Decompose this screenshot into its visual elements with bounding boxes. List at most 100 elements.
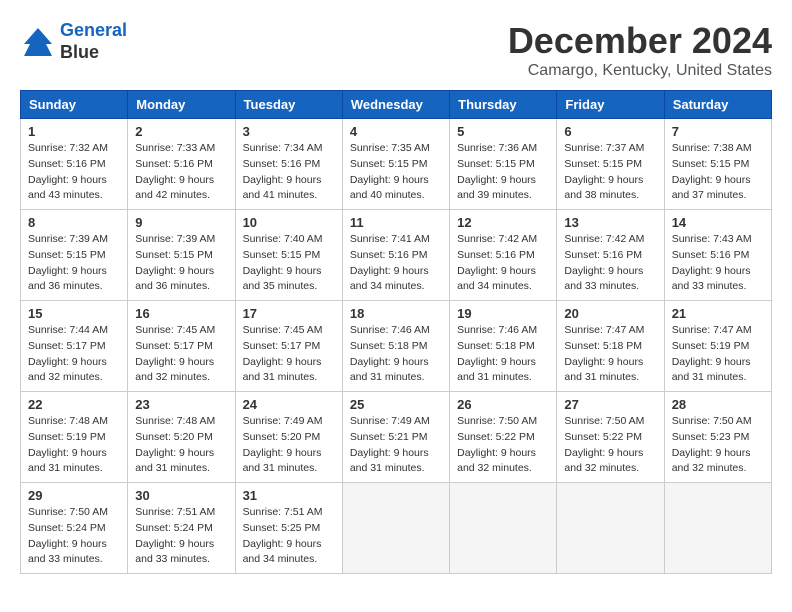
calendar-body: 1 Sunrise: 7:32 AMSunset: 5:16 PMDaylight…: [21, 119, 772, 574]
day-info: Sunrise: 7:41 AMSunset: 5:16 PMDaylight:…: [350, 232, 442, 295]
day-cell-5: 5Sunrise: 7:36 AMSunset: 5:15 PMDaylight…: [450, 119, 557, 210]
day-number: 23: [135, 397, 227, 412]
day-info: Sunrise: 7:49 AMSunset: 5:20 PMDaylight:…: [243, 414, 335, 477]
week-row-4: 22Sunrise: 7:48 AMSunset: 5:19 PMDayligh…: [21, 392, 772, 483]
day-cell-2: 2Sunrise: 7:33 AMSunset: 5:16 PMDaylight…: [128, 119, 235, 210]
day-number: 15: [28, 306, 120, 321]
day-info: Sunrise: 7:45 AMSunset: 5:17 PMDaylight:…: [243, 323, 335, 386]
day-info: Sunrise: 7:42 AMSunset: 5:16 PMDaylight:…: [564, 232, 656, 295]
weekday-header-saturday: Saturday: [664, 91, 771, 119]
day-number: 12: [457, 215, 549, 230]
day-cell-26: 26 Sunrise: 7:50 AMSunset: 5:22 PMDayligh…: [450, 392, 557, 483]
day-number: 25: [350, 397, 442, 412]
day-cell-1: 1 Sunrise: 7:32 AMSunset: 5:16 PMDaylight…: [21, 119, 128, 210]
weekday-header-tuesday: Tuesday: [235, 91, 342, 119]
week-row-2: 8Sunrise: 7:39 AMSunset: 5:15 PMDaylight…: [21, 210, 772, 301]
day-number: 7: [672, 124, 764, 139]
calendar-table: SundayMondayTuesdayWednesdayThursdayFrid…: [20, 90, 772, 574]
title-section: December 2024 Camargo, Kentucky, United …: [508, 20, 772, 80]
day-number: 9: [135, 215, 227, 230]
weekday-header-monday: Monday: [128, 91, 235, 119]
week-row-1: 1 Sunrise: 7:32 AMSunset: 5:16 PMDaylight…: [21, 119, 772, 210]
day-info: Sunrise: 7:50 AMSunset: 5:23 PMDaylight:…: [672, 414, 764, 477]
week-row-3: 15 Sunrise: 7:44 AMSunset: 5:17 PMDayligh…: [21, 301, 772, 392]
day-cell-27: 27Sunrise: 7:50 AMSunset: 5:22 PMDayligh…: [557, 392, 664, 483]
day-number: 26: [457, 397, 549, 412]
day-number: 24: [243, 397, 335, 412]
day-info: Sunrise: 7:42 AMSunset: 5:16 PMDaylight:…: [457, 232, 549, 295]
day-info: Sunrise: 7:44 AMSunset: 5:17 PMDaylight:…: [28, 323, 120, 386]
day-number: 10: [243, 215, 335, 230]
empty-cell: [664, 483, 771, 574]
day-info: Sunrise: 7:37 AMSunset: 5:15 PMDaylight:…: [564, 141, 656, 204]
day-info: Sunrise: 7:45 AMSunset: 5:17 PMDaylight:…: [135, 323, 227, 386]
calendar-header: SundayMondayTuesdayWednesdayThursdayFrid…: [21, 91, 772, 119]
day-cell-24: 24 Sunrise: 7:49 AMSunset: 5:20 PMDayligh…: [235, 392, 342, 483]
empty-cell: [450, 483, 557, 574]
day-cell-14: 14 Sunrise: 7:43 AMSunset: 5:16 PMDayligh…: [664, 210, 771, 301]
day-number: 22: [28, 397, 120, 412]
day-number: 1: [28, 124, 120, 139]
weekday-header-sunday: Sunday: [21, 91, 128, 119]
day-cell-13: 13 Sunrise: 7:42 AMSunset: 5:16 PMDayligh…: [557, 210, 664, 301]
day-cell-17: 17 Sunrise: 7:45 AMSunset: 5:17 PMDayligh…: [235, 301, 342, 392]
logo-line1: General: [60, 20, 127, 40]
day-info: Sunrise: 7:39 AMSunset: 5:15 PMDaylight:…: [28, 232, 120, 295]
day-info: Sunrise: 7:46 AMSunset: 5:18 PMDaylight:…: [457, 323, 549, 386]
day-number: 5: [457, 124, 549, 139]
day-cell-31: 31Sunrise: 7:51 AMSunset: 5:25 PMDayligh…: [235, 483, 342, 574]
day-info: Sunrise: 7:48 AMSunset: 5:20 PMDaylight:…: [135, 414, 227, 477]
day-cell-21: 21 Sunrise: 7:47 AMSunset: 5:19 PMDayligh…: [664, 301, 771, 392]
day-number: 4: [350, 124, 442, 139]
day-number: 31: [243, 488, 335, 503]
day-info: Sunrise: 7:51 AMSunset: 5:24 PMDaylight:…: [135, 505, 227, 568]
day-number: 11: [350, 215, 442, 230]
day-info: Sunrise: 7:38 AMSunset: 5:15 PMDaylight:…: [672, 141, 764, 204]
day-info: Sunrise: 7:39 AMSunset: 5:15 PMDaylight:…: [135, 232, 227, 295]
day-info: Sunrise: 7:50 AMSunset: 5:22 PMDaylight:…: [457, 414, 549, 477]
day-info: Sunrise: 7:43 AMSunset: 5:16 PMDaylight:…: [672, 232, 764, 295]
day-number: 17: [243, 306, 335, 321]
weekday-header-wednesday: Wednesday: [342, 91, 449, 119]
day-info: Sunrise: 7:50 AMSunset: 5:22 PMDaylight:…: [564, 414, 656, 477]
day-cell-30: 30Sunrise: 7:51 AMSunset: 5:24 PMDayligh…: [128, 483, 235, 574]
day-info: Sunrise: 7:32 AMSunset: 5:16 PMDaylight:…: [28, 141, 120, 204]
day-cell-8: 8Sunrise: 7:39 AMSunset: 5:15 PMDaylight…: [21, 210, 128, 301]
day-number: 16: [135, 306, 227, 321]
day-cell-29: 29 Sunrise: 7:50 AMSunset: 5:24 PMDayligh…: [21, 483, 128, 574]
day-number: 29: [28, 488, 120, 503]
day-info: Sunrise: 7:49 AMSunset: 5:21 PMDaylight:…: [350, 414, 442, 477]
day-cell-12: 12 Sunrise: 7:42 AMSunset: 5:16 PMDayligh…: [450, 210, 557, 301]
day-info: Sunrise: 7:47 AMSunset: 5:18 PMDaylight:…: [564, 323, 656, 386]
day-info: Sunrise: 7:35 AMSunset: 5:15 PMDaylight:…: [350, 141, 442, 204]
location-title: Camargo, Kentucky, United States: [508, 62, 772, 80]
page-header: General Blue December 2024 Camargo, Kent…: [20, 20, 772, 80]
day-cell-28: 28Sunrise: 7:50 AMSunset: 5:23 PMDayligh…: [664, 392, 771, 483]
day-cell-7: 7 Sunrise: 7:38 AMSunset: 5:15 PMDaylight…: [664, 119, 771, 210]
day-info: Sunrise: 7:40 AMSunset: 5:15 PMDaylight:…: [243, 232, 335, 295]
day-cell-9: 9 Sunrise: 7:39 AMSunset: 5:15 PMDaylight…: [128, 210, 235, 301]
logo: General Blue: [20, 20, 127, 63]
weekday-header-thursday: Thursday: [450, 91, 557, 119]
day-cell-11: 11 Sunrise: 7:41 AMSunset: 5:16 PMDayligh…: [342, 210, 449, 301]
day-number: 21: [672, 306, 764, 321]
month-title: December 2024: [508, 20, 772, 62]
day-cell-20: 20 Sunrise: 7:47 AMSunset: 5:18 PMDayligh…: [557, 301, 664, 392]
day-number: 3: [243, 124, 335, 139]
day-number: 20: [564, 306, 656, 321]
day-cell-22: 22Sunrise: 7:48 AMSunset: 5:19 PMDayligh…: [21, 392, 128, 483]
logo-icon: [20, 24, 56, 60]
day-cell-6: 6Sunrise: 7:37 AMSunset: 5:15 PMDaylight…: [557, 119, 664, 210]
day-number: 14: [672, 215, 764, 230]
day-cell-3: 3Sunrise: 7:34 AMSunset: 5:16 PMDaylight…: [235, 119, 342, 210]
day-number: 13: [564, 215, 656, 230]
day-cell-10: 10 Sunrise: 7:40 AMSunset: 5:15 PMDayligh…: [235, 210, 342, 301]
day-cell-16: 16 Sunrise: 7:45 AMSunset: 5:17 PMDayligh…: [128, 301, 235, 392]
week-row-5: 29 Sunrise: 7:50 AMSunset: 5:24 PMDayligh…: [21, 483, 772, 574]
day-info: Sunrise: 7:47 AMSunset: 5:19 PMDaylight:…: [672, 323, 764, 386]
day-cell-4: 4 Sunrise: 7:35 AMSunset: 5:15 PMDaylight…: [342, 119, 449, 210]
day-info: Sunrise: 7:46 AMSunset: 5:18 PMDaylight:…: [350, 323, 442, 386]
day-info: Sunrise: 7:50 AMSunset: 5:24 PMDaylight:…: [28, 505, 120, 568]
day-cell-23: 23 Sunrise: 7:48 AMSunset: 5:20 PMDayligh…: [128, 392, 235, 483]
logo-line2: Blue: [60, 42, 127, 64]
